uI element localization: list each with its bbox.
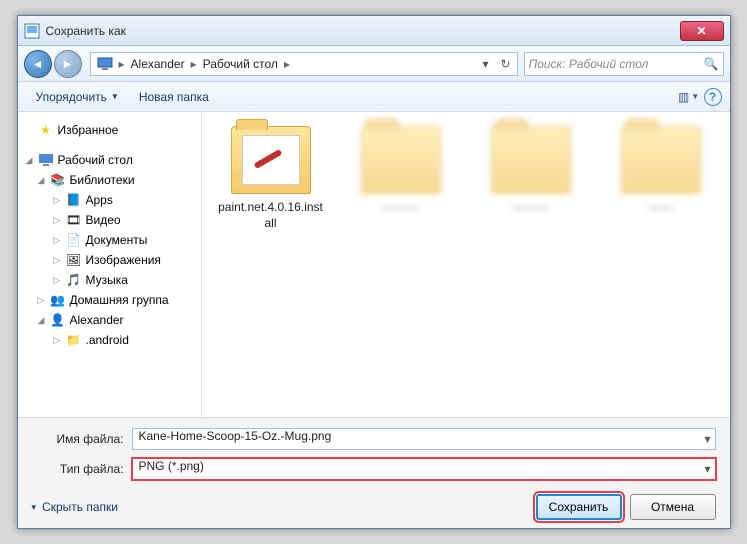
refresh-icon[interactable]: ↻	[497, 55, 515, 73]
sidebar-item-homegroup[interactable]: ▷👥Домашняя группа	[22, 290, 197, 310]
toolbar: Упорядочить▼ Новая папка ▥▼ ?	[18, 82, 730, 112]
file-item[interactable]: ——	[606, 126, 716, 216]
expand-icon[interactable]: ▷	[54, 255, 66, 266]
sidebar-item-desktop[interactable]: ◢Рабочий стол	[22, 150, 197, 170]
chevron-down-icon: ▼	[111, 92, 119, 101]
sidebar-item-favorites[interactable]: ★Избранное	[22, 120, 197, 140]
folder-icon: 📘	[66, 192, 82, 208]
libraries-icon: 📚	[50, 172, 66, 188]
folder-icon	[231, 126, 311, 194]
breadcrumb-segment[interactable]: Alexander	[127, 57, 189, 71]
sidebar-item-libraries[interactable]: ◢📚Библиотеки	[22, 170, 197, 190]
homegroup-icon: 👥	[50, 292, 66, 308]
expand-icon[interactable]: ▷	[54, 215, 66, 226]
folder-icon	[361, 126, 441, 194]
folder-icon	[491, 126, 571, 194]
file-label: paint.net.4.0.16.install	[216, 200, 326, 231]
file-list[interactable]: paint.net.4.0.16.install ——— ——— ——	[202, 112, 730, 417]
expand-icon[interactable]: ▷	[38, 295, 50, 306]
user-icon: 👤	[50, 312, 66, 328]
filetype-label: Тип файла:	[32, 462, 132, 476]
file-label: ———	[383, 200, 419, 216]
desktop-icon	[38, 152, 54, 168]
titlebar: Сохранить как ✕	[18, 16, 730, 46]
address-bar[interactable]: ▸ Alexander ▸ Рабочий стол ▸ ▾ ↻	[90, 52, 518, 76]
file-label: ———	[513, 200, 549, 216]
filetype-select[interactable]: PNG (*.png)	[132, 458, 716, 480]
filename-input[interactable]: Kane-Home-Scoop-15-Oz.-Mug.png	[132, 428, 716, 450]
documents-icon: 📄	[66, 232, 82, 248]
window-title: Сохранить как	[46, 24, 680, 38]
search-placeholder: Поиск: Рабочий стол	[529, 57, 649, 71]
navigation-bar: ◄ ► ▸ Alexander ▸ Рабочий стол ▸ ▾ ↻ Пои…	[18, 46, 730, 82]
view-options-button[interactable]: ▥▼	[678, 86, 700, 108]
organize-button[interactable]: Упорядочить▼	[26, 86, 129, 108]
forward-button[interactable]: ►	[54, 50, 82, 78]
file-item[interactable]: ———	[346, 126, 456, 216]
save-button[interactable]: Сохранить	[536, 494, 622, 520]
chevron-right-icon[interactable]: ▸	[282, 57, 292, 71]
cancel-button[interactable]: Отмена	[630, 494, 716, 520]
search-input[interactable]: Поиск: Рабочий стол 🔍	[524, 52, 724, 76]
navigation-tree: ★Избранное ◢Рабочий стол ◢📚Библиотеки ▷📘…	[18, 112, 202, 417]
save-as-dialog: Сохранить как ✕ ◄ ► ▸ Alexander ▸ Рабочи…	[17, 15, 731, 529]
hide-folders-toggle[interactable]: Скрыть папки	[32, 500, 118, 514]
expand-icon[interactable]: ▷	[54, 195, 66, 206]
video-icon: 🎞	[66, 212, 82, 228]
folder-icon: 📁	[66, 332, 82, 348]
chevron-right-icon[interactable]: ▸	[189, 57, 199, 71]
filename-label: Имя файла:	[32, 432, 132, 446]
breadcrumb-segment[interactable]: Рабочий стол	[199, 57, 282, 71]
sidebar-item-music[interactable]: ▷🎵Музыка	[22, 270, 197, 290]
app-icon	[24, 23, 40, 39]
pictures-icon: 🖼	[66, 252, 82, 268]
help-button[interactable]: ?	[704, 88, 722, 106]
bottom-panel: Имя файла: Kane-Home-Scoop-15-Oz.-Mug.pn…	[18, 417, 730, 528]
file-label: ——	[649, 200, 673, 216]
search-icon: 🔍	[704, 57, 719, 71]
sidebar-item-documents[interactable]: ▷📄Документы	[22, 230, 197, 250]
close-button[interactable]: ✕	[680, 21, 724, 41]
monitor-icon	[97, 56, 113, 72]
sidebar-item-video[interactable]: ▷🎞Видео	[22, 210, 197, 230]
back-button[interactable]: ◄	[24, 50, 52, 78]
content-area: ★Избранное ◢Рабочий стол ◢📚Библиотеки ▷📘…	[18, 112, 730, 417]
chevron-right-icon[interactable]: ▸	[117, 57, 127, 71]
sidebar-item-android[interactable]: ▷📁.android	[22, 330, 197, 350]
file-item[interactable]: ———	[476, 126, 586, 216]
music-icon: 🎵	[66, 272, 82, 288]
sidebar-item-pictures[interactable]: ▷🖼Изображения	[22, 250, 197, 270]
expand-icon[interactable]: ▷	[54, 335, 66, 346]
file-item[interactable]: paint.net.4.0.16.install	[216, 126, 326, 231]
expand-icon[interactable]: ◢	[38, 315, 50, 326]
new-folder-button[interactable]: Новая папка	[129, 86, 219, 108]
expand-icon[interactable]: ◢	[26, 155, 38, 166]
expand-icon[interactable]: ◢	[38, 175, 50, 186]
expand-icon[interactable]: ▷	[54, 235, 66, 246]
sidebar-item-user[interactable]: ◢👤Alexander	[22, 310, 197, 330]
expand-icon[interactable]: ▷	[54, 275, 66, 286]
dropdown-icon[interactable]: ▾	[477, 55, 495, 73]
star-icon: ★	[38, 122, 54, 138]
sidebar-item-apps[interactable]: ▷📘Apps	[22, 190, 197, 210]
folder-icon	[621, 126, 701, 194]
